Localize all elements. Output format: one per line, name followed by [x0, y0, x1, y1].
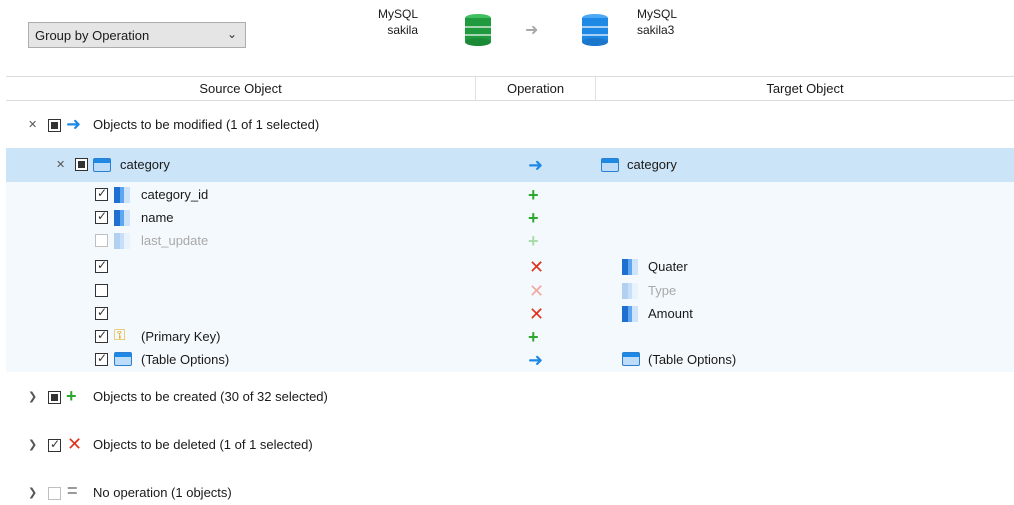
item-checkbox[interactable] — [95, 284, 108, 297]
equals-icon: = — [67, 481, 78, 501]
item-target-label: Amount — [648, 306, 693, 321]
chevron-right-icon[interactable]: ❯ — [28, 486, 37, 499]
list-item-last-update[interactable]: last_update + — [6, 230, 1014, 253]
target-database-icon — [582, 14, 608, 46]
list-item-primary-key[interactable]: ✓ ⚿ (Primary Key) + — [6, 326, 1014, 349]
source-engine: MySQL — [377, 7, 418, 21]
source-database-icon — [465, 14, 491, 46]
column-icon — [622, 306, 638, 322]
group-created-checkbox[interactable] — [48, 391, 61, 404]
table-source-name: category — [120, 157, 170, 172]
item-source-label: (Primary Key) — [141, 329, 221, 344]
column-icon — [114, 187, 130, 203]
target-schema: sakila3 — [637, 23, 675, 37]
column-icon — [622, 283, 638, 299]
group-created[interactable]: ❯ + Objects to be created (30 of 32 sele… — [6, 386, 1014, 409]
item-source-label: (Table Options) — [141, 352, 230, 367]
chevron-down-icon: ⌄ — [226, 27, 237, 41]
delete-icon: ✕ — [529, 304, 545, 324]
group-deleted-checkbox[interactable]: ✓ — [48, 437, 61, 452]
item-source-label: name — [141, 210, 174, 225]
delete-icon: ✕ — [67, 434, 83, 454]
group-modified[interactable]: ✕ ➜ Objects to be modified (1 of 1 selec… — [6, 114, 1014, 137]
table-icon — [93, 158, 111, 172]
list-item-type[interactable]: ✕ Type — [6, 280, 1014, 303]
item-checkbox[interactable]: ✓ — [95, 209, 108, 224]
item-checkbox[interactable]: ✓ — [95, 328, 108, 343]
item-target-label: (Table Options) — [648, 352, 737, 367]
table-target-name: category — [627, 157, 677, 172]
modify-arrow-icon: ➜ — [528, 155, 544, 175]
add-icon: + — [66, 386, 77, 406]
migrate-arrow-icon: ➜ — [525, 22, 539, 39]
group-deleted-label: Objects to be deleted (1 of 1 selected) — [93, 437, 313, 452]
add-icon: + — [528, 208, 539, 228]
modify-arrow-icon: ➜ — [528, 350, 544, 370]
group-by-dropdown[interactable]: Group by Operation ⌄ — [28, 22, 246, 48]
list-item-amount[interactable]: ✓ ✕ Amount — [6, 303, 1014, 326]
key-icon: ⚿ — [114, 327, 126, 344]
group-modified-checkbox[interactable] — [48, 119, 61, 132]
group-deleted[interactable]: ❯ ✓ ✕ Objects to be deleted (1 of 1 sele… — [6, 434, 1014, 457]
column-header: Source Object Operation Target Object — [6, 76, 1014, 101]
group-no-operation-checkbox[interactable] — [48, 487, 61, 500]
chevron-right-icon[interactable]: ❯ — [28, 390, 37, 403]
source-schema: sakila — [387, 23, 418, 37]
add-icon: + — [528, 231, 539, 251]
item-target-label: Type — [648, 283, 677, 298]
item-checkbox[interactable]: ✓ — [95, 258, 108, 273]
column-icon — [114, 210, 130, 226]
item-source-label: category_id — [141, 187, 209, 202]
item-target-label: Quater — [648, 259, 688, 274]
target-engine: MySQL — [637, 7, 678, 21]
chevron-right-icon[interactable]: ❯ — [28, 438, 37, 451]
item-source-label: last_update — [141, 233, 209, 248]
target-db-label: MySQL sakila3 — [637, 6, 697, 38]
header-operation[interactable]: Operation — [476, 77, 596, 100]
chevron-down-icon[interactable]: ✕ — [28, 118, 37, 131]
header-target-object[interactable]: Target Object — [596, 77, 1014, 100]
chevron-down-icon[interactable]: ✕ — [56, 158, 65, 171]
item-checkbox[interactable]: ✓ — [95, 186, 108, 201]
modify-arrow-icon: ➜ — [66, 114, 82, 134]
column-icon — [622, 259, 638, 275]
item-checkbox[interactable]: ✓ — [95, 351, 108, 366]
group-by-value: Group by Operation — [35, 27, 150, 43]
table-category-checkbox[interactable] — [75, 158, 88, 171]
list-item-name[interactable]: ✓ name + — [6, 207, 1014, 230]
add-icon: + — [528, 185, 539, 205]
group-created-label: Objects to be created (30 of 32 selected… — [93, 389, 328, 404]
column-icon — [114, 233, 130, 249]
table-row-category[interactable]: ✕ category ➜ category — [6, 148, 1014, 182]
table-icon — [601, 158, 619, 172]
item-checkbox[interactable]: ✓ — [95, 305, 108, 320]
list-item-quater[interactable]: ✓ ✕ Quater — [6, 256, 1014, 279]
source-db-label: MySQL sakila — [360, 6, 418, 38]
list-item-category-id[interactable]: ✓ category_id + — [6, 184, 1014, 207]
list-item-table-options[interactable]: ✓ (Table Options) ➜ (Table Options) — [6, 349, 1014, 372]
group-modified-label: Objects to be modified (1 of 1 selected) — [93, 117, 320, 132]
table-icon — [114, 352, 132, 366]
item-checkbox[interactable] — [95, 234, 108, 247]
group-no-operation-label: No operation (1 objects) — [93, 485, 232, 500]
header-source-object[interactable]: Source Object — [6, 77, 476, 100]
table-icon — [622, 352, 640, 366]
delete-icon: ✕ — [529, 257, 545, 277]
add-icon: + — [528, 327, 539, 347]
delete-icon: ✕ — [529, 281, 545, 301]
